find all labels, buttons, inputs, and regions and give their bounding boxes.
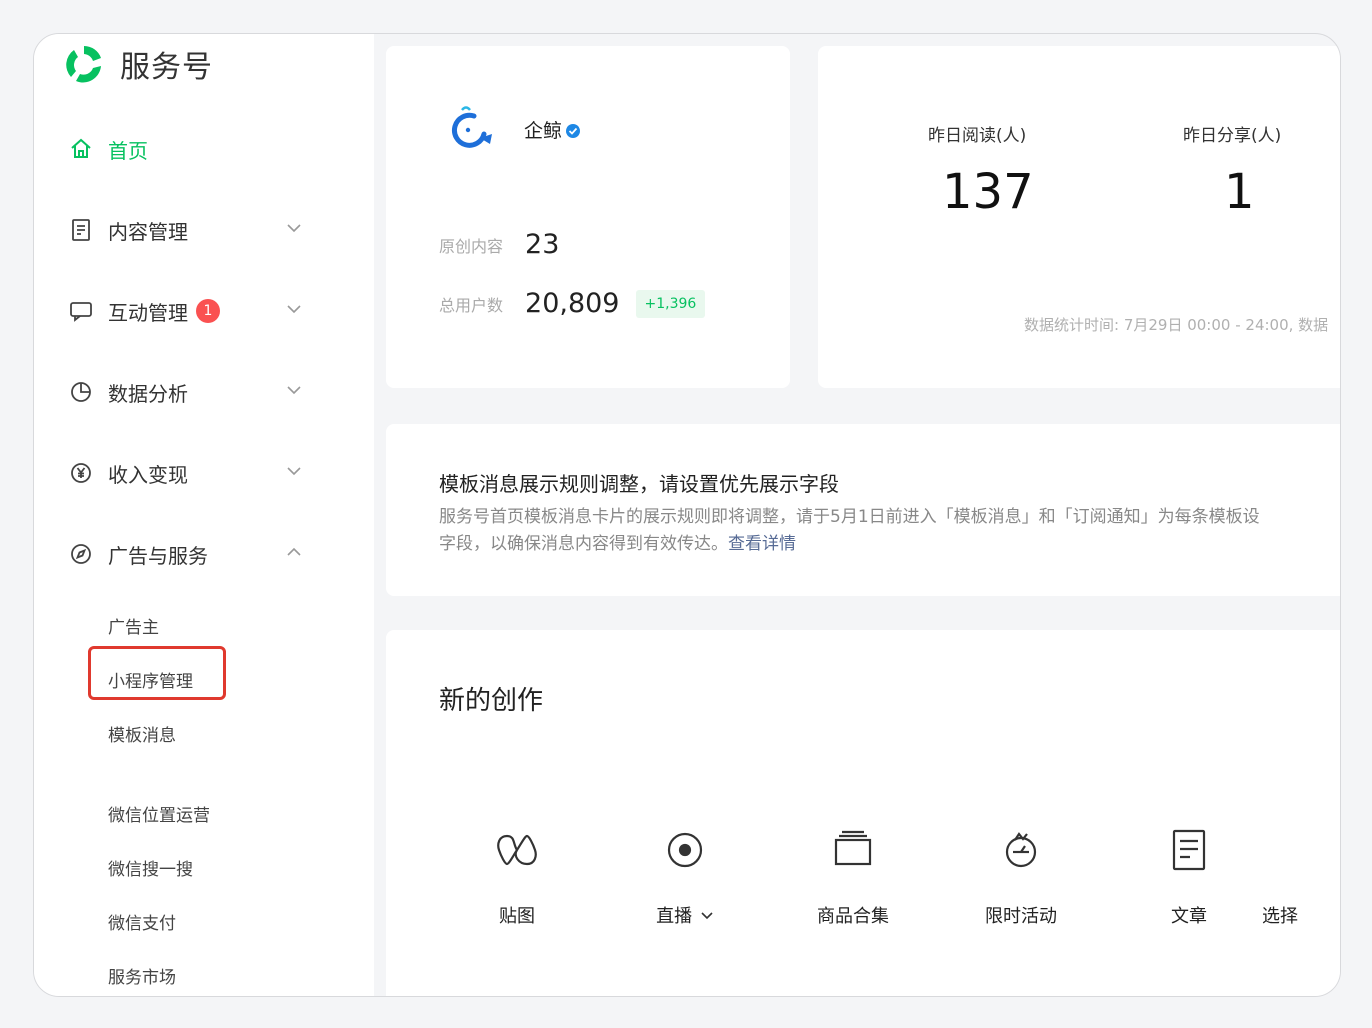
app-window: 服务号 首页 内容管理 互动管理 1 数据分析 收入变现 广告与服务 广告主 小…	[33, 33, 1341, 997]
sidebar-subitem-advertiser[interactable]: 广告主	[108, 613, 159, 638]
sidebar-item-content[interactable]: 内容管理	[68, 210, 308, 250]
tool-sticker[interactable]: 贴图	[447, 820, 587, 928]
message-icon	[68, 298, 94, 324]
product-collection-icon	[783, 820, 923, 880]
verified-icon	[566, 123, 581, 138]
account-avatar-whale-icon	[451, 106, 492, 148]
chevron-down-icon	[287, 386, 301, 395]
yesterday-read-value: 137	[942, 164, 1034, 220]
notice-line: 字段，以确保消息内容得到有效传达。	[439, 534, 728, 554]
tool-product-collection[interactable]: 商品合集	[783, 820, 923, 928]
users-delta-badge: +1,396	[635, 289, 706, 318]
sidebar-item-label: 首页	[108, 138, 148, 163]
sticker-icon	[447, 820, 587, 880]
sidebar-item-analytics[interactable]: 数据分析	[68, 372, 308, 412]
original-content-value: 23	[525, 229, 560, 260]
new-creation-title: 新的创作	[439, 686, 544, 716]
notice-line: 服务号首页模板消息卡片的展示规则即将调整，请于5月1日前进入「模板消息」和「订阅…	[439, 507, 1260, 527]
total-users-label: 总用户数	[439, 295, 504, 315]
sidebar-subitem-miniprogram[interactable]: 小程序管理	[108, 667, 193, 692]
sidebar-item-label: 广告与服务	[108, 543, 208, 568]
compass-icon	[68, 541, 94, 567]
notice-card: 模板消息展示规则调整，请设置优先展示字段 服务号首页模板消息卡片的展示规则即将调…	[386, 424, 1340, 596]
sidebar-subitem-service-market[interactable]: 服务市场	[108, 963, 176, 988]
tool-select[interactable]: 选择	[1262, 820, 1340, 928]
tool-label: 文章	[1171, 906, 1207, 927]
account-name: 企鲸	[524, 120, 563, 142]
home-icon	[68, 136, 94, 162]
tool-label: 选择	[1262, 906, 1298, 927]
article-icon	[1119, 820, 1259, 880]
stats-card: 昨日阅读(人) 137 昨日分享(人) 1 数据统计时间: 7月29日 00:0…	[818, 46, 1340, 388]
total-users-value: 20,809	[525, 288, 620, 319]
yesterday-share-value: 1	[1224, 164, 1255, 220]
sidebar-item-home[interactable]: 首页	[68, 129, 308, 169]
tool-live[interactable]: 直播	[615, 820, 755, 928]
sidebar-item-ads-services[interactable]: 广告与服务	[68, 534, 308, 574]
document-icon	[68, 217, 94, 243]
sidebar-subitem-wechat-location[interactable]: 微信位置运营	[108, 801, 210, 826]
original-content-label: 原创内容	[439, 236, 504, 256]
live-icon	[615, 820, 755, 880]
sidebar-item-label: 数据分析	[108, 381, 188, 406]
sidebar-subitem-wechat-search[interactable]: 微信搜一搜	[108, 855, 193, 880]
sidebar-item-interaction[interactable]: 互动管理 1	[68, 291, 308, 331]
sidebar: 服务号 首页 内容管理 互动管理 1 数据分析 收入变现 广告与服务 广告主 小…	[34, 34, 374, 996]
account-card: 企鲸 原创内容 23 总用户数 20,809 +1,396	[386, 46, 790, 388]
chevron-down-icon	[287, 305, 301, 314]
tool-label: 商品合集	[817, 906, 889, 927]
tool-article[interactable]: 文章	[1119, 820, 1259, 928]
view-details-link[interactable]: 查看详情	[728, 534, 796, 554]
notice-body: 服务号首页模板消息卡片的展示规则即将调整，请于5月1日前进入「模板消息」和「订阅…	[439, 504, 1340, 558]
yesterday-share-label: 昨日分享(人)	[1183, 126, 1282, 146]
logo-icon	[66, 45, 101, 83]
chevron-up-icon	[287, 547, 301, 556]
sidebar-item-label: 内容管理	[108, 219, 188, 244]
sidebar-subitem-template-message[interactable]: 模板消息	[108, 721, 176, 746]
app-name: 服务号	[120, 50, 213, 85]
tool-label: 直播	[656, 906, 693, 927]
new-creation-card: 新的创作 贴图 直播 商品合集 限时活动 文章 选择	[386, 630, 1340, 996]
app-logo[interactable]: 服务号	[62, 42, 213, 86]
tool-label: 贴图	[499, 906, 535, 927]
sidebar-subitem-wechat-pay[interactable]: 微信支付	[108, 909, 176, 934]
sidebar-item-monetization[interactable]: 收入变现	[68, 453, 308, 493]
tool-timed-activity[interactable]: 限时活动	[951, 820, 1091, 928]
tool-label: 限时活动	[985, 906, 1057, 927]
yuan-icon	[68, 460, 94, 486]
chevron-down-icon	[287, 224, 301, 233]
yesterday-read-label: 昨日阅读(人)	[928, 126, 1027, 146]
pie-chart-icon	[68, 379, 94, 405]
notification-badge: 1	[196, 299, 220, 323]
chevron-down-icon	[701, 912, 713, 920]
notice-title: 模板消息展示规则调整，请设置优先展示字段	[439, 472, 839, 496]
stats-footnote: 数据统计时间: 7月29日 00:00 - 24:00, 数据	[1024, 316, 1329, 334]
sidebar-item-label: 互动管理	[108, 300, 188, 325]
sidebar-item-label: 收入变现	[108, 462, 188, 487]
chevron-down-icon	[287, 467, 301, 476]
timed-activity-icon	[951, 820, 1091, 880]
